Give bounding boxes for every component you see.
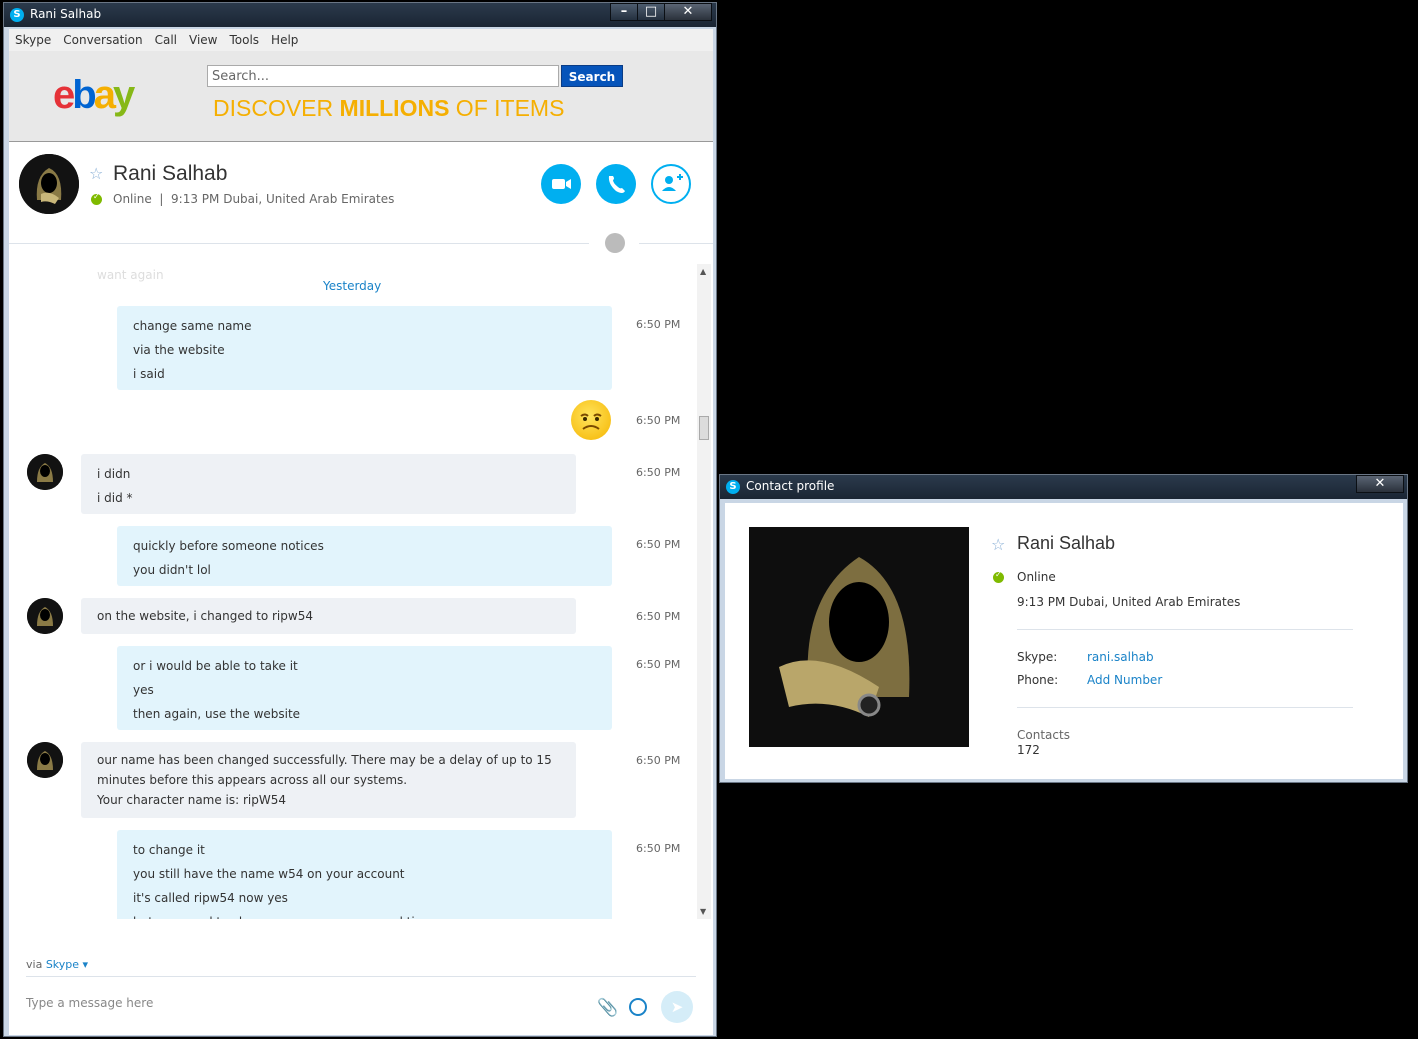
profile-body: ☆ Rani Salhab Online 9:13 PM Dubai, Unit… [725,503,1403,779]
message-scrollbar[interactable]: ▲ ▼ [697,264,711,919]
phone-icon [608,176,625,193]
profile-window-title: Contact profile [746,479,835,493]
skype-id-link[interactable]: rani.salhab [1087,650,1154,664]
incoming-message[interactable]: our name has been changed successfully. … [81,742,576,818]
day-separator: Yesterday [323,279,382,293]
scroll-down-icon[interactable]: ▼ [700,907,706,916]
message-list[interactable]: want again Yesterday change same name via… [9,264,697,919]
menu-view[interactable]: View [183,29,223,47]
contact-avatar-small[interactable] [27,742,63,778]
message-input[interactable]: Type a message here [26,996,153,1010]
outgoing-message[interactable]: quickly before someone notices you didn't… [117,526,612,586]
scroll-up-icon[interactable]: ▲ [700,267,706,276]
close-button[interactable]: ✕ [664,3,712,21]
ebay-logo[interactable]: ebay [53,73,135,118]
incoming-message[interactable]: on the website, i changed to ripw54 [81,598,576,634]
message-time: 6:50 PM [636,610,681,623]
profile-name: Rani Salhab [1017,533,1116,553]
ad-slogan: DISCOVER MILLIONS OF ITEMS [213,95,565,121]
message-time: 6:50 PM [636,754,681,767]
outgoing-message[interactable]: change same name via the website i said [117,306,612,390]
add-person-icon [662,174,683,191]
window-title: Rani Salhab [30,7,102,21]
message-time: 6:50 PM [636,414,681,427]
contact-profile-window: S Contact profile ✕ ☆ Rani Salhab Online… [719,474,1408,783]
profile-photo [749,527,969,747]
profile-divider [1017,707,1353,708]
message-time: 6:50 PM [636,466,681,479]
globe-icon[interactable] [605,233,625,253]
video-call-button[interactable] [541,164,581,204]
add-number-link[interactable]: Add Number [1087,673,1162,687]
profile-favorite-star-icon[interactable]: ☆ [991,535,1005,554]
contacts-count: 172 [1017,743,1040,757]
outgoing-message[interactable]: to change it you still have the name w54 … [117,830,612,919]
send-button[interactable]: ➤ [661,991,693,1023]
minimize-button[interactable]: – [610,3,638,21]
header-divider [9,243,589,244]
worried-emoticon-icon[interactable] [571,400,611,440]
contact-avatar[interactable] [19,154,79,214]
phone-label: Phone: [1017,673,1059,687]
maximize-button[interactable]: □ [637,3,665,21]
via-service-selector[interactable]: via Skype ▾ [26,958,88,971]
outgoing-message[interactable]: or i would be able to take it yes then aga… [117,646,612,730]
profile-status: Online [1017,570,1056,584]
contact-status-line: Online | 9:13 PM Dubai, United Arab Emir… [113,192,395,206]
menu-help[interactable]: Help [265,29,304,47]
attach-file-icon[interactable]: 📎 [597,998,618,1018]
menu-skype[interactable]: Skype [9,29,57,47]
ad-search-input[interactable]: Search... [207,65,559,87]
skype-logo-icon: S [10,8,24,22]
menu-tools[interactable]: Tools [223,29,265,47]
favorite-star-icon[interactable]: ☆ [89,164,103,183]
online-status-icon [91,192,102,205]
contact-name[interactable]: Rani Salhab [113,162,227,186]
conversation-panel: ☆ Rani Salhab Online | 9:13 PM Dubai, Un… [9,142,713,1035]
title-bar[interactable]: S Rani Salhab – □ ✕ [4,3,716,27]
incoming-message[interactable]: i didn i did * [81,454,576,514]
contact-avatar-small[interactable] [27,598,63,634]
message-time: 6:50 PM [636,842,681,855]
profile-title-bar[interactable]: S Contact profile ✕ [720,475,1407,499]
menu-bar: Skype Conversation Call View Tools Help [9,29,713,51]
skype-main-window: S Rani Salhab – □ ✕ Skype Conversation Cal… [3,2,717,1037]
add-people-button[interactable] [651,164,691,204]
video-camera-icon [552,179,571,189]
skype-label: Skype: [1017,650,1058,664]
contacts-label: Contacts [1017,728,1070,742]
menu-call[interactable]: Call [149,29,183,47]
emoticon-picker-icon[interactable] [629,998,647,1016]
audio-call-button[interactable] [596,164,636,204]
menu-conversation[interactable]: Conversation [57,29,148,47]
previous-message-faded: want again [97,268,164,282]
ad-search-button[interactable]: Search [561,65,623,87]
ebay-ad-banner[interactable]: ebay Search... Search DISCOVER MILLIONS … [9,51,713,142]
message-time: 6:50 PM [636,318,681,331]
header-divider-right [639,243,713,244]
scroll-thumb[interactable] [699,416,709,440]
profile-close-button[interactable]: ✕ [1356,475,1404,493]
message-time: 6:50 PM [636,658,681,671]
profile-divider [1017,629,1353,630]
message-time: 6:50 PM [636,538,681,551]
contact-avatar-small[interactable] [27,454,63,490]
profile-online-icon [993,570,1004,583]
composer-divider [26,976,696,977]
profile-location: 9:13 PM Dubai, United Arab Emirates [1017,595,1241,609]
skype-logo-icon: S [726,480,740,494]
